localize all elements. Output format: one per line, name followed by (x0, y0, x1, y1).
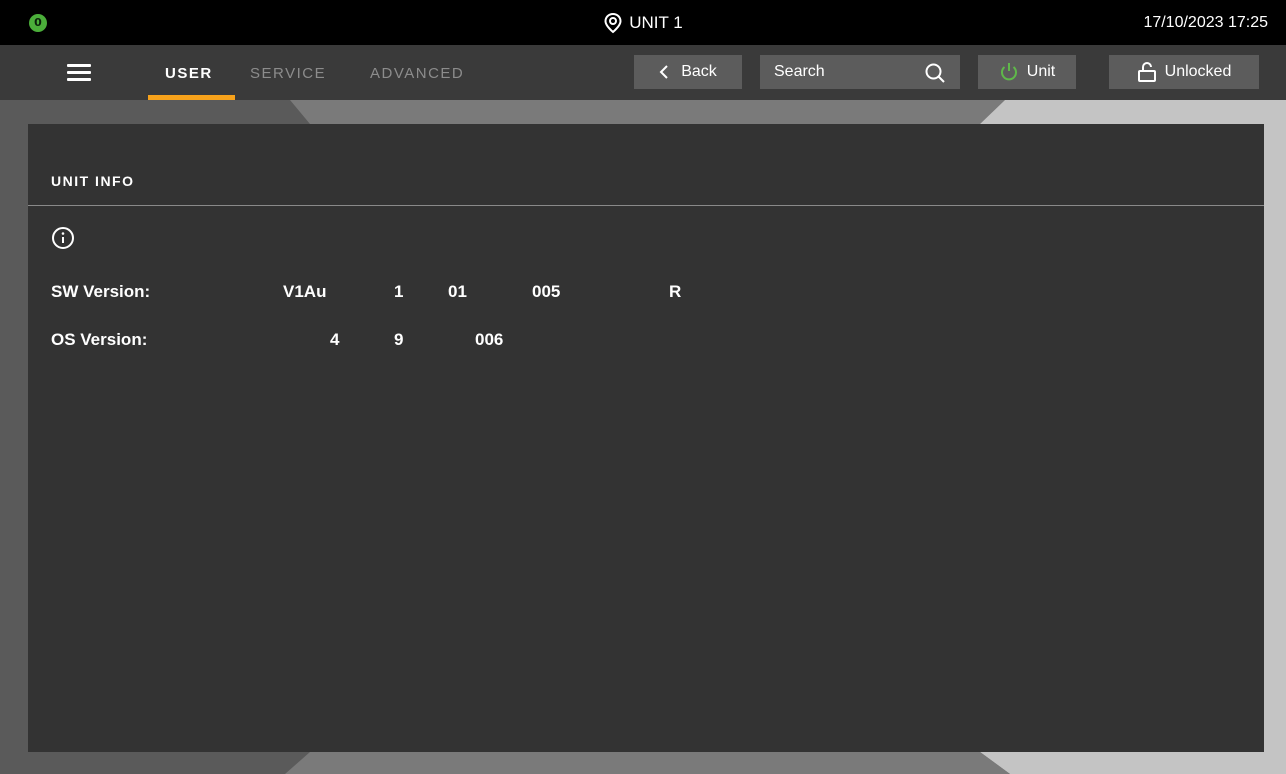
tab-user[interactable]: USER (165, 45, 213, 100)
os-version-part: 9 (394, 330, 404, 349)
alarm-count-badge[interactable]: 0 (29, 14, 47, 32)
datetime: 17/10/2023 17:25 (1143, 14, 1268, 31)
nav-bar: USER SERVICE ADVANCED Back Unit Unlocked (0, 45, 1286, 100)
chevron-left-icon (659, 65, 668, 79)
back-label: Back (681, 63, 717, 80)
panel-title: UNIT INFO (51, 173, 135, 189)
location-indicator: UNIT 1 (603, 12, 683, 34)
status-bar: 0 UNIT 1 17/10/2023 17:25 (0, 0, 1286, 45)
location-title: UNIT 1 (629, 12, 683, 32)
lock-button[interactable]: Unlocked (1109, 55, 1259, 89)
unlock-icon (1137, 62, 1156, 82)
back-button[interactable]: Back (634, 55, 742, 89)
menu-icon[interactable] (64, 62, 94, 82)
os-version-part: 4 (330, 330, 340, 349)
sw-version-part: R (669, 282, 682, 301)
unit-label: Unit (1026, 63, 1056, 80)
location-pin-icon (604, 12, 622, 33)
info-icon (52, 227, 74, 249)
lock-status-label: Unlocked (1164, 63, 1232, 80)
tab-advanced[interactable]: ADVANCED (370, 45, 464, 100)
sw-version-part: 01 (448, 282, 467, 301)
os-version-label: OS Version: (51, 330, 148, 349)
search-box[interactable] (760, 55, 960, 89)
sw-version-label: SW Version: (51, 282, 151, 301)
search-icon[interactable] (924, 62, 946, 84)
os-version-part: 006 (475, 330, 504, 349)
search-input[interactable] (774, 63, 914, 81)
unit-power-button[interactable]: Unit (978, 55, 1076, 89)
sw-version-part: 1 (394, 282, 404, 301)
unit-info-panel: UNIT INFO SW Version: V1Au 1 01 005 R OS… (28, 124, 1264, 752)
divider (28, 205, 1264, 206)
tab-service[interactable]: SERVICE (250, 45, 326, 100)
power-icon (1000, 63, 1017, 81)
sw-version-part: V1Au (283, 282, 327, 301)
sw-version-part: 005 (532, 282, 561, 301)
